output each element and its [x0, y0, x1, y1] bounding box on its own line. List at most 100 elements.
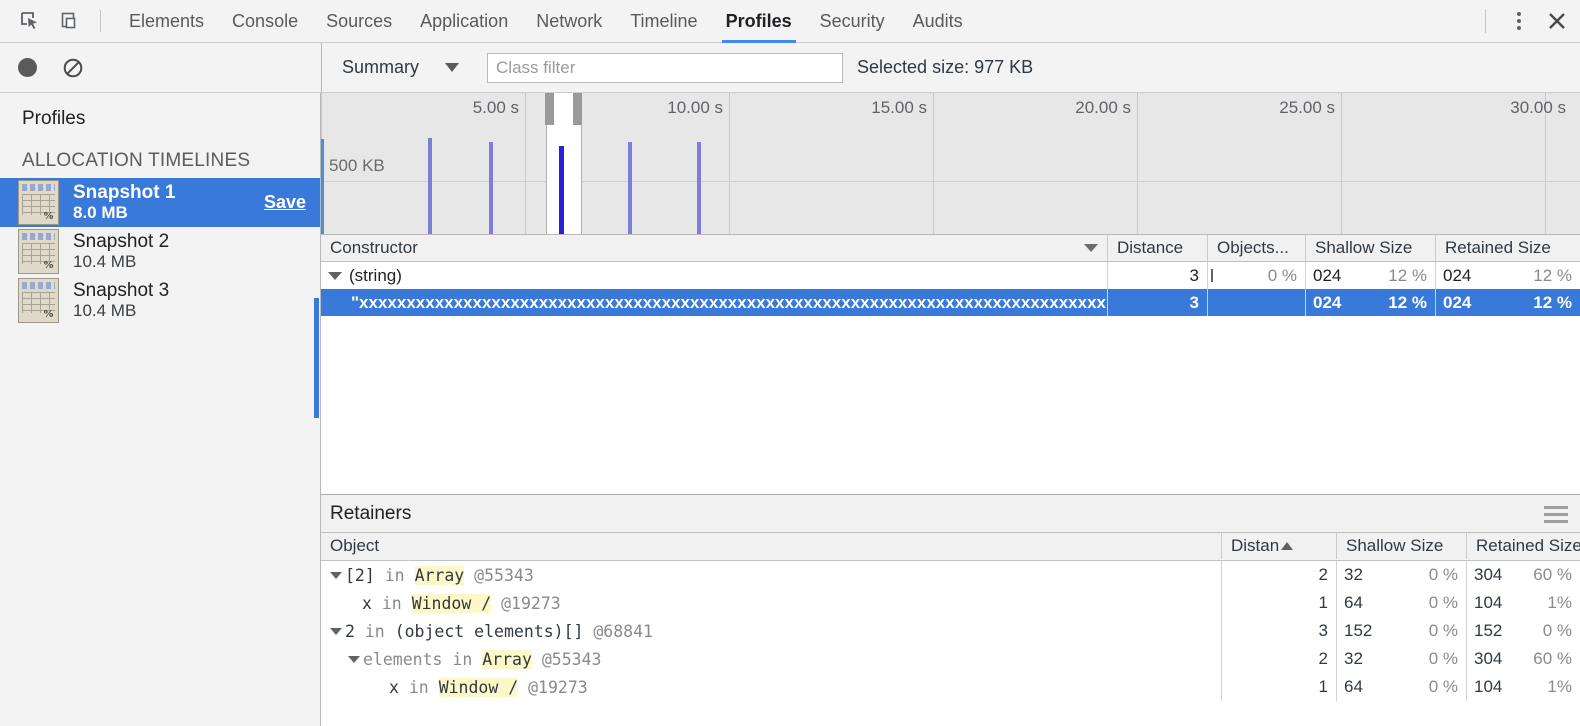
- sidebar-item-label: Snapshot 2: [73, 232, 169, 253]
- shallow-size-pct: 0 %: [1429, 677, 1466, 697]
- allocation-overview-chart[interactable]: 500 KB 5.00 s 10.00 s 15.00 s 20.00 s 25…: [321, 93, 1580, 235]
- column-label: Distan: [1231, 536, 1279, 556]
- snapshot-document-icon: %: [18, 180, 59, 225]
- device-toolbar-icon[interactable]: [50, 0, 90, 42]
- shallow-size-value: 32: [1344, 649, 1363, 669]
- retainers-table-header: Object Distan Shallow Size Retained Size: [321, 533, 1580, 561]
- column-divider[interactable]: [1435, 289, 1436, 316]
- save-link[interactable]: Save: [264, 192, 306, 213]
- tab-timeline[interactable]: Timeline: [616, 0, 711, 43]
- tab-elements[interactable]: Elements: [115, 0, 218, 43]
- column-header-retained-size[interactable]: Retained Size: [1435, 235, 1580, 261]
- cell-retained-size: 304 60 %: [1466, 561, 1580, 589]
- shallow-size-value: 32: [1344, 565, 1363, 585]
- snapshot-icon-percent: %: [43, 259, 54, 271]
- column-divider[interactable]: [1305, 289, 1306, 316]
- column-divider[interactable]: [1107, 289, 1108, 316]
- profiles-sidebar: Profiles ALLOCATION TIMELINES % Snapshot…: [0, 93, 321, 726]
- devtools-tabbar: Elements Console Sources Application Net…: [0, 0, 1580, 43]
- column-label: Constructor: [330, 238, 418, 258]
- tab-sources[interactable]: Sources: [312, 0, 406, 43]
- sidebar-item-snapshot-3[interactable]: % Snapshot 3 10.4 MB: [0, 276, 320, 325]
- column-divider[interactable]: [1207, 289, 1208, 316]
- tab-label: Audits: [913, 11, 963, 32]
- retainer-row[interactable]: elements in Array @55343 2 32 0 % 304 60…: [321, 645, 1580, 673]
- shallow-size-pct: 0 %: [1429, 649, 1466, 669]
- expand-triangle-icon[interactable]: [348, 656, 360, 663]
- cell-distance: 2: [1221, 561, 1336, 589]
- column-label: Retained Size: [1445, 238, 1551, 258]
- retained-size-value: 104: [1474, 677, 1502, 697]
- selection-handle-right[interactable]: [573, 93, 582, 125]
- profiles-toolbar-left: [0, 43, 321, 93]
- retained-size-pct: 60 %: [1533, 565, 1580, 585]
- cell-shallow-size: 64 0 %: [1336, 589, 1466, 617]
- cell-retained-size: 104 1%: [1466, 673, 1580, 701]
- view-mode-select[interactable]: Summary: [342, 57, 465, 78]
- cell-object: x in Window / @19273: [330, 589, 1215, 617]
- table-row[interactable]: (string) 3 0 % 024 12 % 024: [321, 262, 1580, 289]
- x-axis-tick: 25.00 s: [1279, 98, 1341, 118]
- expand-triangle-icon[interactable]: [330, 572, 342, 579]
- column-header-distance[interactable]: Distance: [1107, 235, 1207, 261]
- expand-triangle-icon[interactable]: [330, 628, 342, 635]
- x-axis-tick: 15.00 s: [871, 98, 933, 118]
- tab-profiles[interactable]: Profiles: [712, 0, 806, 43]
- class-filter-input[interactable]: [487, 53, 843, 83]
- sidebar-item-texts: Snapshot 3 10.4 MB: [73, 281, 169, 321]
- column-header-constructor[interactable]: Constructor: [321, 235, 1107, 261]
- column-label: Object: [330, 536, 379, 556]
- retainer-row[interactable]: 2 in (object elements)[] @68841 3 152 0 …: [321, 617, 1580, 645]
- tabbar-right-controls: [1485, 0, 1580, 43]
- retainer-id: @19273: [528, 678, 588, 697]
- column-header-object[interactable]: Object: [321, 533, 1221, 559]
- cell-objects-count: [1207, 289, 1305, 316]
- clear-prohibited-icon[interactable]: [60, 55, 86, 81]
- sidebar-item-snapshot-2[interactable]: % Snapshot 2 10.4 MB: [0, 227, 320, 276]
- retainers-panel: Retainers Object Distan Shallow Size Ret…: [321, 494, 1580, 726]
- column-header-objects-count[interactable]: Objects...: [1207, 235, 1305, 261]
- constructor-table: Constructor Distance Objects... Shallow …: [321, 235, 1580, 494]
- column-header-shallow-size[interactable]: Shallow Size: [1336, 533, 1466, 559]
- more-vertical-icon[interactable]: [1504, 12, 1534, 30]
- retainer-class: (object elements)[]: [395, 622, 584, 641]
- retainer-row[interactable]: x in Window / @19273 1 64 0 % 104 1%: [321, 673, 1580, 701]
- tab-console[interactable]: Console: [218, 0, 312, 43]
- tab-security[interactable]: Security: [806, 0, 899, 43]
- record-circle-icon[interactable]: [14, 55, 40, 81]
- shallow-size-pct: 0 %: [1429, 593, 1466, 613]
- cell-shallow-size: 152 0 %: [1336, 617, 1466, 645]
- cell-retained-size: 104 1%: [1466, 589, 1580, 617]
- hamburger-menu-icon[interactable]: [1544, 506, 1568, 523]
- retained-size-pct: 12 %: [1533, 266, 1580, 286]
- tab-label: Console: [232, 11, 298, 32]
- retainer-row[interactable]: [2] in Array @55343 2 32 0 % 304 60 %: [321, 561, 1580, 589]
- table-row-selected[interactable]: "xxxxxxxxxxxxxxxxxxxxxxxxxxxxxxxxxxxxxxx…: [321, 289, 1580, 316]
- x-axis-tick: 20.00 s: [1075, 98, 1137, 118]
- inspect-element-icon[interactable]: [10, 0, 50, 42]
- snapshot-document-icon: %: [18, 229, 59, 274]
- close-icon[interactable]: [1534, 0, 1580, 43]
- distance-value: 3: [1190, 266, 1199, 286]
- column-header-distance[interactable]: Distan: [1221, 533, 1336, 559]
- allocation-bar-selected: [559, 146, 564, 234]
- tab-application[interactable]: Application: [406, 0, 522, 43]
- retained-size-pct: 0 %: [1543, 621, 1580, 641]
- retainer-row[interactable]: x in Window / @19273 1 64 0 % 104 1%: [321, 589, 1580, 617]
- sidebar-item-snapshot-1[interactable]: % Snapshot 1 8.0 MB Save: [0, 178, 320, 227]
- column-header-retained-size[interactable]: Retained Size: [1466, 533, 1580, 559]
- selection-handle-left[interactable]: [545, 93, 554, 125]
- allocation-bar: [697, 142, 701, 234]
- retained-size-value: 304: [1474, 649, 1502, 669]
- expand-triangle-icon[interactable]: [328, 272, 342, 280]
- profiles-toolbar-right: Summary Selected size: 977 KB: [321, 43, 1580, 93]
- cell-shallow-size: 64 0 %: [1336, 673, 1466, 701]
- snapshot-icon-percent: %: [43, 308, 54, 320]
- tab-network[interactable]: Network: [522, 0, 616, 43]
- column-header-shallow-size[interactable]: Shallow Size: [1305, 235, 1435, 261]
- distance-value: 2: [1319, 565, 1328, 585]
- constructor-name: (string): [349, 266, 402, 286]
- profiles-toolbar: Summary Selected size: 977 KB: [0, 43, 1580, 93]
- sidebar-scrollbar[interactable]: [314, 298, 319, 418]
- tab-audits[interactable]: Audits: [899, 0, 977, 43]
